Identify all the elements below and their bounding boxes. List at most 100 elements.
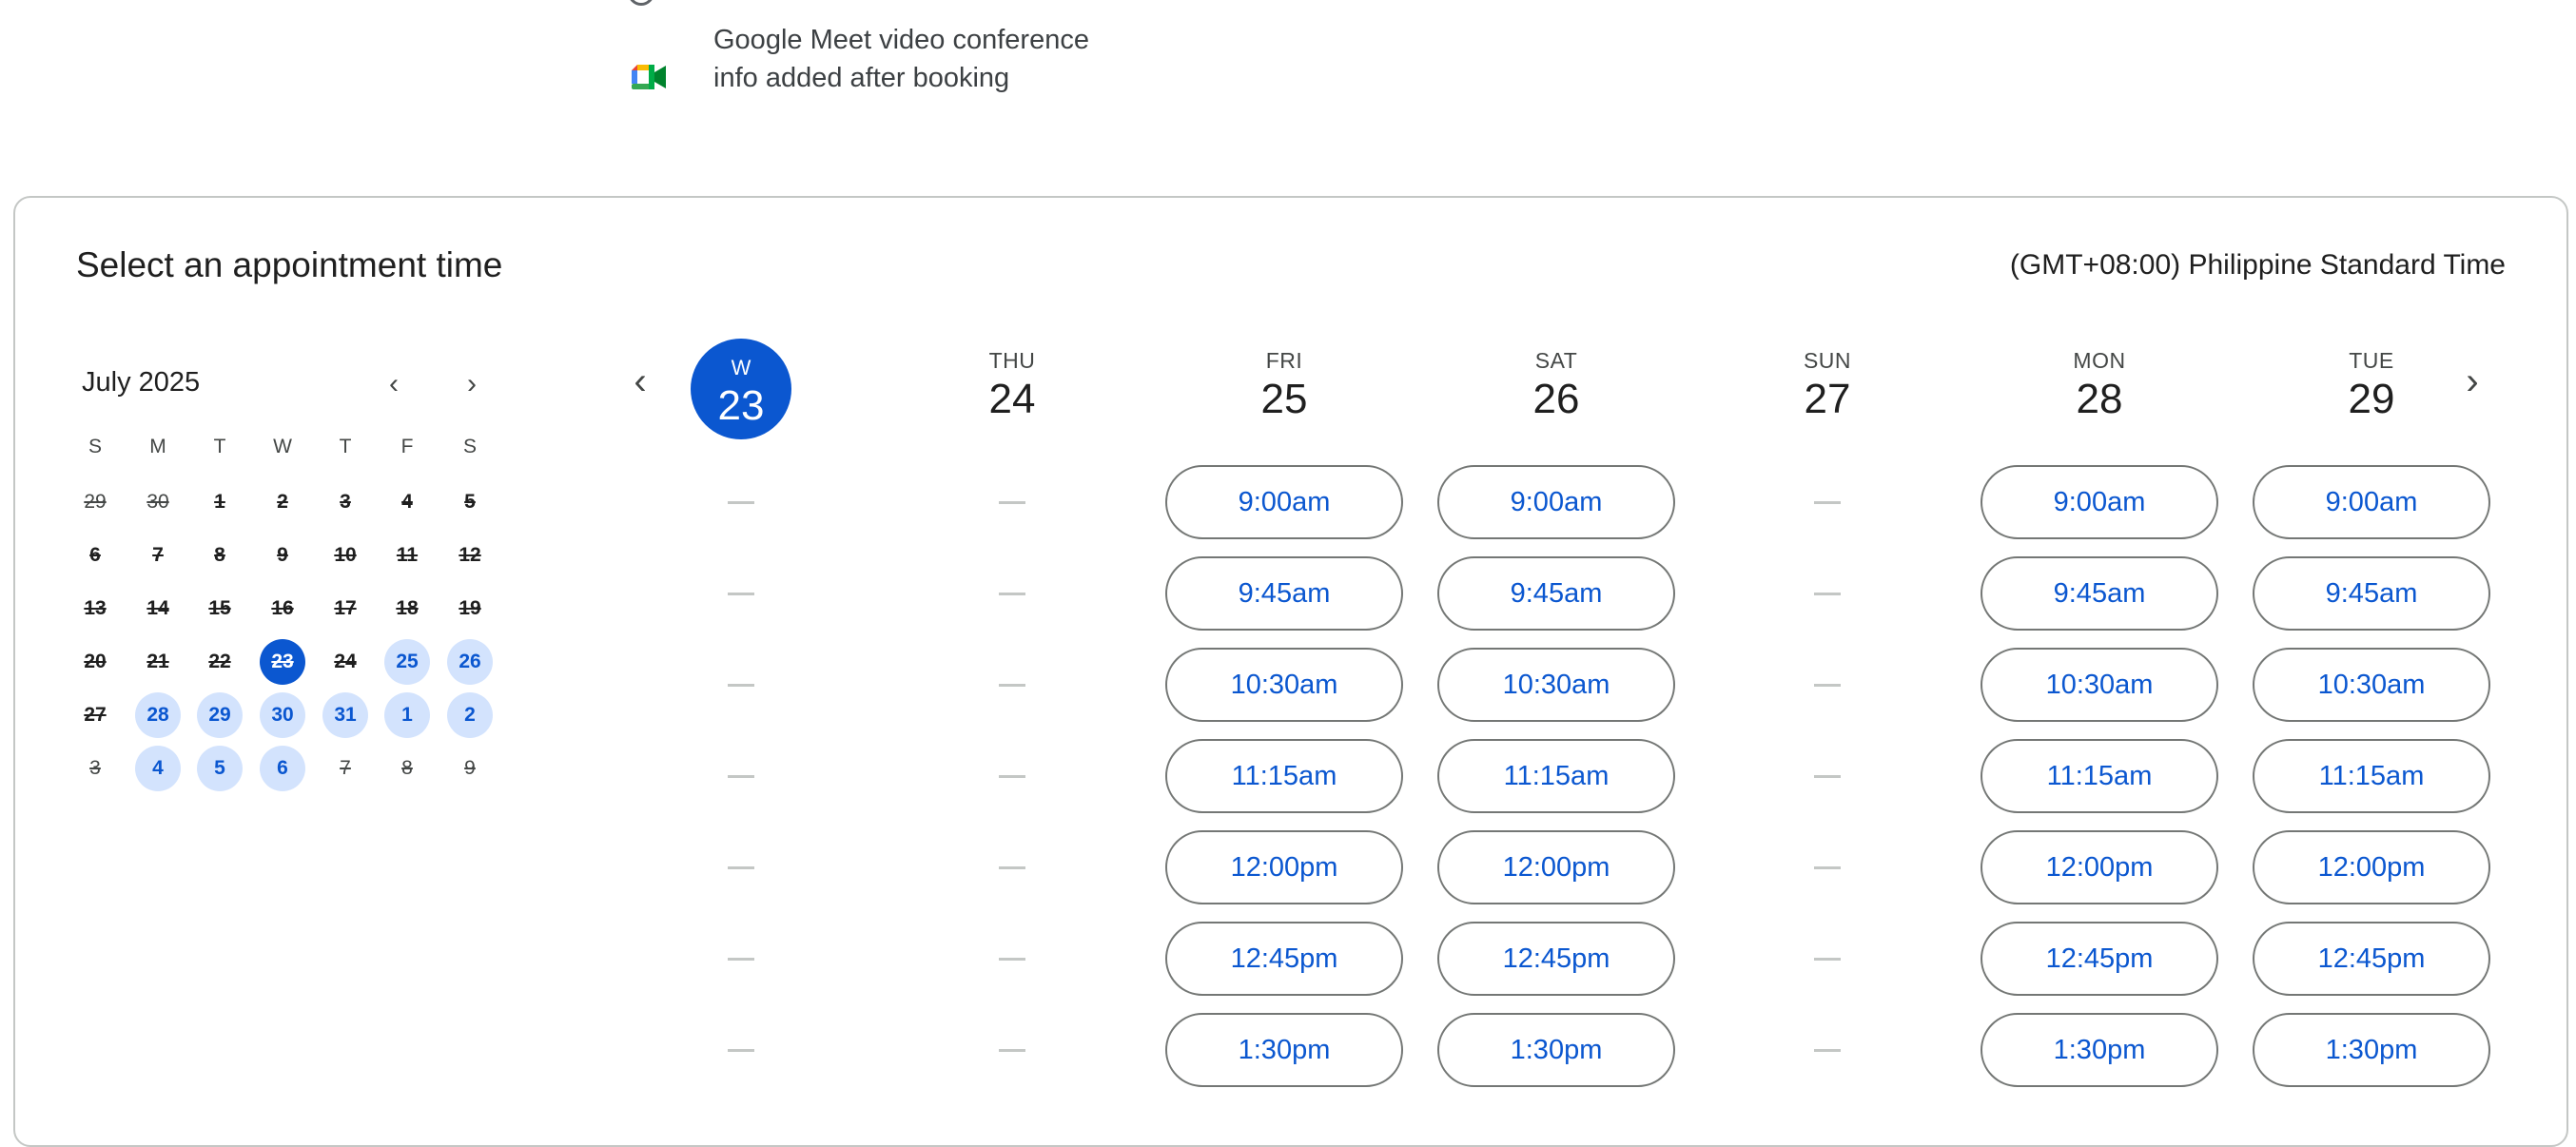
mini-calendar-prev-button[interactable]: ‹: [375, 365, 413, 403]
week-next-button[interactable]: ›: [2450, 360, 2494, 403]
mini-calendar-day[interactable]: 6: [260, 746, 305, 791]
day-date-label: 23: [717, 382, 765, 429]
mini-calendar-day: 3: [340, 491, 351, 513]
no-slot-dash: [1814, 866, 1841, 869]
time-slot-button[interactable]: 9:45am: [1165, 556, 1403, 631]
time-slot-button[interactable]: 1:30pm: [2253, 1013, 2490, 1087]
mini-calendar-day: 7: [152, 544, 164, 566]
no-slot-dash: [999, 866, 1025, 869]
time-slot-button[interactable]: 11:15am: [1165, 739, 1403, 813]
mini-calendar-weekday: S: [88, 436, 102, 457]
mini-calendar-day[interactable]: 5: [197, 746, 243, 791]
mini-calendar-weekday: W: [273, 436, 292, 457]
mini-calendar-day[interactable]: 30: [260, 692, 305, 738]
mini-calendar-day[interactable]: 2: [447, 692, 493, 738]
time-slot-button[interactable]: 9:00am: [1437, 465, 1675, 539]
mini-calendar-day[interactable]: 25: [384, 639, 430, 685]
mini-calendar-day: 24: [334, 651, 357, 672]
mini-calendar-day-selected[interactable]: 23: [260, 639, 305, 685]
chevron-left-icon: ‹: [389, 368, 399, 399]
mini-calendar-day: 19: [459, 597, 481, 619]
time-slot-button[interactable]: 1:30pm: [1437, 1013, 1675, 1087]
mini-calendar-weekday: T: [339, 436, 352, 457]
time-slot-button[interactable]: 9:45am: [1437, 556, 1675, 631]
time-slot-button[interactable]: 9:00am: [2253, 465, 2490, 539]
mini-calendar-day[interactable]: 28: [135, 692, 181, 738]
time-slot-button[interactable]: 9:45am: [2253, 556, 2490, 631]
time-slot-button[interactable]: 12:00pm: [1981, 830, 2218, 904]
day-header: SUN 27: [1751, 348, 1903, 423]
day-date-label: 28: [2076, 376, 2123, 422]
no-slot-dash: [728, 1049, 754, 1052]
mini-calendar-day: 11: [396, 544, 419, 566]
mini-calendar-day: 1: [214, 491, 225, 513]
time-slot-button[interactable]: 11:15am: [1437, 739, 1675, 813]
time-slot-button[interactable]: 10:30am: [2253, 648, 2490, 722]
day-header: FRI 25: [1208, 348, 1360, 423]
time-slot-button[interactable]: 12:00pm: [1165, 830, 1403, 904]
mini-calendar-day: 16: [271, 597, 294, 619]
mini-calendar-day: 8: [214, 544, 225, 566]
chevron-right-icon: ›: [467, 368, 477, 399]
mini-calendar-day[interactable]: 4: [135, 746, 181, 791]
day-date-label: 25: [1260, 376, 1308, 422]
no-slot-dash: [728, 501, 754, 504]
no-slot-dash: [1814, 684, 1841, 687]
no-slot-dash: [1814, 1049, 1841, 1052]
no-slot-dash: [728, 866, 754, 869]
mini-calendar-day[interactable]: 31: [322, 692, 368, 738]
day-of-week-label: FRI: [1265, 348, 1303, 373]
time-slot-button[interactable]: 11:15am: [2253, 739, 2490, 813]
mini-calendar-day: 22: [208, 651, 231, 672]
mini-calendar-day: 3: [89, 757, 101, 779]
time-slot-button[interactable]: 12:45pm: [1165, 922, 1403, 996]
mini-calendar-day[interactable]: 26: [447, 639, 493, 685]
mini-calendar-day: 9: [277, 544, 288, 566]
no-slot-dash: [728, 593, 754, 595]
week-prev-button[interactable]: ‹: [618, 360, 662, 403]
no-slot-dash: [999, 684, 1025, 687]
no-slot-dash: [1814, 958, 1841, 961]
no-slot-dash: [999, 775, 1025, 778]
no-slot-dash: [728, 684, 754, 687]
time-slot-button[interactable]: 12:45pm: [2253, 922, 2490, 996]
day-of-week-label: MON: [2073, 348, 2126, 373]
mini-calendar-day: 9: [464, 757, 476, 779]
time-slot-button[interactable]: 10:30am: [1981, 648, 2218, 722]
no-slot-dash: [728, 775, 754, 778]
no-slot-dash: [999, 501, 1025, 504]
time-slot-button[interactable]: 9:45am: [1981, 556, 2218, 631]
time-slot-button[interactable]: 12:45pm: [1981, 922, 2218, 996]
time-slot-button[interactable]: 10:30am: [1437, 648, 1675, 722]
time-slot-button[interactable]: 1:30pm: [1165, 1013, 1403, 1087]
day-date-label: 29: [2348, 376, 2395, 422]
mini-calendar-weekday: F: [400, 436, 414, 457]
mini-calendar-day[interactable]: 1: [384, 692, 430, 738]
no-slot-dash: [1814, 775, 1841, 778]
day-header: TUE 29: [2295, 348, 2448, 423]
no-slot-dash: [1814, 501, 1841, 504]
mini-calendar-day: 29: [84, 491, 107, 513]
no-slot-dash: [999, 1049, 1025, 1052]
mini-calendar-weekday: S: [462, 436, 477, 457]
mini-calendar-day: 27: [84, 704, 107, 726]
day-of-week-label: TUE: [2349, 348, 2394, 373]
mini-calendar-day: 2: [277, 491, 288, 513]
mini-calendar-day[interactable]: 29: [197, 692, 243, 738]
chevron-right-icon: ›: [2466, 360, 2479, 402]
timezone-label[interactable]: (GMT+08:00) Philippine Standard Time: [2010, 249, 2506, 282]
time-slot-button[interactable]: 12:45pm: [1437, 922, 1675, 996]
mini-calendar-next-button[interactable]: ›: [453, 365, 491, 403]
time-slot-button[interactable]: 10:30am: [1165, 648, 1403, 722]
mini-calendar-day: 5: [464, 491, 476, 513]
no-slot-dash: [999, 593, 1025, 595]
time-slot-button[interactable]: 11:15am: [1981, 739, 2218, 813]
time-slot-button[interactable]: 1:30pm: [1981, 1013, 2218, 1087]
time-slot-button[interactable]: 12:00pm: [2253, 830, 2490, 904]
mini-calendar-day: 10: [334, 544, 357, 566]
time-slot-button[interactable]: 9:00am: [1981, 465, 2218, 539]
time-slot-button[interactable]: 12:00pm: [1437, 830, 1675, 904]
day-of-week-label: THU: [988, 348, 1036, 373]
mini-calendar-day: 21: [146, 651, 169, 672]
time-slot-button[interactable]: 9:00am: [1165, 465, 1403, 539]
